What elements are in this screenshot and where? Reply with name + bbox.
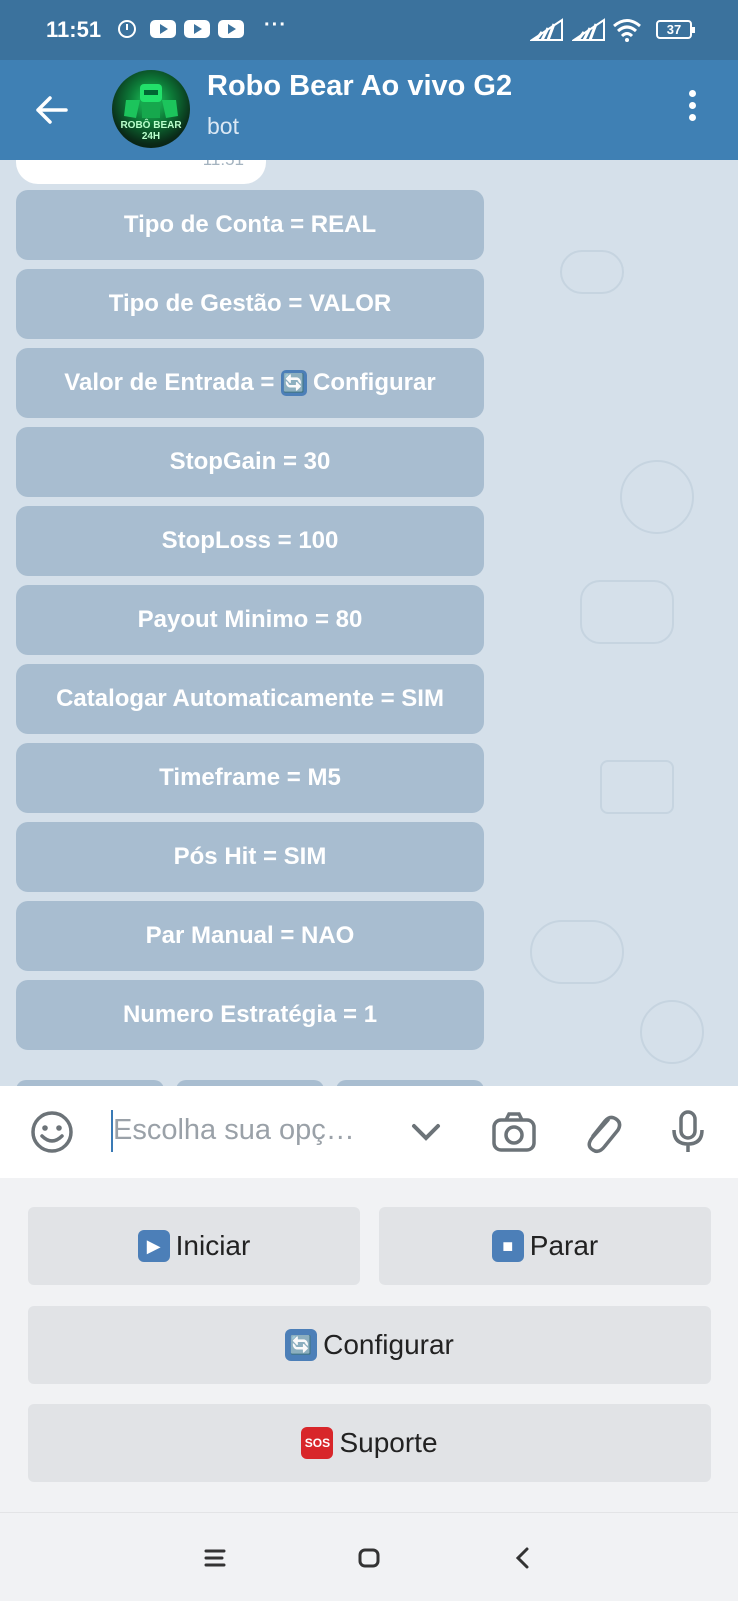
inline-button-pos-hit[interactable]: Pós Hit = SIM xyxy=(16,822,484,892)
stop-icon: ■ xyxy=(491,1230,524,1262)
avatar-text: ROBÔ BEAR 24H xyxy=(120,120,182,142)
back-nav-icon[interactable] xyxy=(506,1541,540,1575)
parar-label: Parar xyxy=(529,1230,599,1261)
inline-button-label: StopLoss = 100 xyxy=(161,527,339,554)
message-bubble: 11:51 xyxy=(16,160,266,184)
chat-header: ROBÔ BEAR 24H Robo Bear Ao vivo G2 bot xyxy=(0,60,738,160)
sos-icon: SOS xyxy=(301,1427,334,1459)
inline-button-tipo-de-gestao[interactable]: Tipo de Gestão = VALOR xyxy=(16,269,484,339)
camera-icon[interactable] xyxy=(490,1108,538,1156)
inline-button-label: Timeframe = M5 xyxy=(159,764,341,791)
suporte-label: Suporte xyxy=(339,1427,438,1458)
signal-icon xyxy=(572,18,605,41)
refresh-icon: 🔄 xyxy=(281,370,308,396)
chat-area[interactable]: 11:51 Tipo de Conta = REAL Tipo de Gestã… xyxy=(0,160,738,1086)
system-nav-bar xyxy=(0,1512,738,1601)
status-bar: 11:51 ··· 37 xyxy=(0,0,738,60)
chevron-down-icon[interactable] xyxy=(402,1108,450,1156)
inline-button-timeframe[interactable]: Timeframe = M5 xyxy=(16,743,484,813)
microphone-icon[interactable] xyxy=(664,1108,712,1156)
youtube-icon xyxy=(218,20,244,38)
background-doodle xyxy=(560,250,624,294)
bot-avatar[interactable]: ROBÔ BEAR 24H xyxy=(112,70,190,148)
attach-icon[interactable] xyxy=(578,1108,626,1156)
youtube-icon xyxy=(150,20,176,38)
background-doodle xyxy=(530,920,624,984)
iniciar-button[interactable]: ▶ Iniciar xyxy=(28,1207,360,1285)
signal-icon xyxy=(530,18,563,41)
back-arrow-icon[interactable] xyxy=(30,88,74,132)
inline-button-valor-de-entrada[interactable]: Valor de Entrada = 🔄 Configurar xyxy=(16,348,484,418)
background-doodle xyxy=(600,760,674,814)
inline-button-stoploss[interactable]: StopLoss = 100 xyxy=(16,506,484,576)
inline-button-numero-estrategia[interactable]: Numero Estratégia = 1 xyxy=(16,980,484,1050)
inline-button-label: Numero Estratégia = 1 xyxy=(122,1001,378,1028)
alarm-icon xyxy=(118,20,136,38)
suporte-button[interactable]: SOS Suporte xyxy=(28,1404,711,1482)
inline-button-label: Payout Minimo = 80 xyxy=(137,606,363,633)
message-input-bar: Escolha sua opç… xyxy=(0,1086,738,1178)
inline-button-label: Tipo de Conta = REAL xyxy=(123,211,377,238)
inline-button-label: Valor de Entrada = xyxy=(64,369,282,396)
inline-button-label: Pós Hit = SIM xyxy=(173,843,327,870)
inline-button-stopgain[interactable]: StopGain = 30 xyxy=(16,427,484,497)
battery-icon: 37 xyxy=(656,20,695,39)
recents-menu-icon[interactable] xyxy=(198,1541,232,1575)
parar-button[interactable]: ■ Parar xyxy=(379,1207,711,1285)
play-icon: ▶ xyxy=(137,1230,170,1262)
more-options-icon[interactable] xyxy=(680,90,704,130)
reply-keyboard: ▶ Iniciar ■ Parar 🔄 Configurar SOS Supor… xyxy=(0,1178,738,1512)
chat-subtitle: bot xyxy=(207,113,239,139)
refresh-icon: 🔄 xyxy=(285,1329,318,1361)
inline-button-label: Tipo de Gestão = VALOR xyxy=(108,290,392,317)
wifi-icon xyxy=(613,19,641,42)
configurar-label: Configurar xyxy=(323,1329,454,1360)
inline-button-label: StopGain = 30 xyxy=(169,448,331,475)
background-doodle xyxy=(620,460,694,534)
status-time: 11:51 xyxy=(46,17,102,42)
iniciar-label: Iniciar xyxy=(175,1230,251,1261)
inline-button-catalogar[interactable]: Catalogar Automaticamente = SIM xyxy=(16,664,484,734)
inline-button-label: Configurar xyxy=(313,369,436,396)
message-input[interactable]: Escolha sua opç… xyxy=(113,1114,355,1147)
background-doodle xyxy=(580,580,674,644)
inline-button-label: Par Manual = NAO xyxy=(145,922,355,949)
chat-title[interactable]: Robo Bear Ao vivo G2 xyxy=(207,70,512,103)
inline-button-payout-minimo[interactable]: Payout Minimo = 80 xyxy=(16,585,484,655)
inline-button-tipo-de-conta[interactable]: Tipo de Conta = REAL xyxy=(16,190,484,260)
message-time: 11:51 xyxy=(203,160,244,170)
inline-button-par-manual[interactable]: Par Manual = NAO xyxy=(16,901,484,971)
inline-button-label: Catalogar Automaticamente = SIM xyxy=(56,685,444,712)
more-notifications-icon: ··· xyxy=(264,14,287,36)
background-doodle xyxy=(640,1000,704,1064)
configurar-button[interactable]: 🔄 Configurar xyxy=(28,1306,711,1384)
home-icon[interactable] xyxy=(352,1541,386,1575)
youtube-icon xyxy=(184,20,210,38)
emoji-icon[interactable] xyxy=(28,1108,76,1156)
